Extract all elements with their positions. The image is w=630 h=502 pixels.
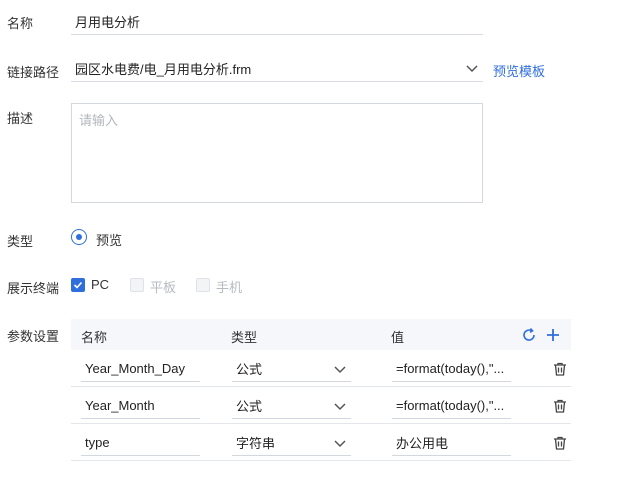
preview-template-link[interactable]: 预览模板	[493, 61, 545, 80]
param-row-3-name[interactable]: type	[81, 430, 200, 456]
type-label: 类型	[7, 234, 34, 249]
row-divider	[71, 423, 571, 424]
refresh-icon[interactable]	[521, 327, 537, 343]
param-row-2-name[interactable]: Year_Month	[81, 393, 200, 419]
params-header-value: 值	[391, 330, 405, 345]
trash-icon[interactable]	[552, 435, 568, 451]
chevron-down-icon	[334, 365, 346, 373]
param-row-1-type-value: 公式	[236, 362, 263, 377]
check-icon	[73, 281, 83, 289]
terminal-phone-label: 手机	[216, 280, 243, 295]
trash-icon[interactable]	[552, 398, 568, 414]
chevron-down-icon	[334, 402, 346, 410]
params-header-name: 名称	[81, 330, 108, 345]
param-row-3-value[interactable]: 办公用电	[392, 430, 511, 456]
name-input[interactable]	[71, 8, 483, 35]
terminal-pc-checkbox[interactable]	[71, 278, 85, 292]
chevron-down-icon	[466, 65, 478, 73]
path-select[interactable]: 园区水电费/电_月用电分析.frm	[71, 55, 483, 82]
terminal-tablet-checkbox[interactable]	[130, 278, 144, 292]
param-row-2-type-select[interactable]: 公式	[232, 393, 351, 419]
type-preview-radio[interactable]	[71, 229, 87, 245]
params-table-header: 名称 类型 值	[71, 319, 571, 350]
terminal-phone-checkbox[interactable]	[196, 278, 210, 292]
name-label: 名称	[7, 16, 34, 31]
row-divider	[71, 386, 571, 387]
terminal-label: 展示终端	[7, 281, 60, 296]
param-row-1-name[interactable]: Year_Month_Day	[81, 356, 200, 382]
param-row-1-value[interactable]: =format(today(),"...	[392, 356, 511, 382]
description-textarea[interactable]	[71, 103, 483, 203]
param-row-3-type-value: 字符串	[236, 436, 276, 451]
terminal-tablet-label: 平板	[150, 280, 177, 295]
trash-icon[interactable]	[552, 361, 568, 377]
path-label: 链接路径	[7, 65, 60, 80]
chevron-down-icon	[334, 439, 346, 447]
path-select-value: 园区水电费/电_月用电分析.frm	[75, 61, 252, 77]
terminal-pc-label: PC	[91, 277, 110, 292]
row-divider	[71, 460, 571, 461]
param-row-2-type-value: 公式	[236, 399, 263, 414]
params-header-type: 类型	[231, 330, 258, 345]
type-preview-label: 预览	[96, 233, 123, 248]
params-label: 参数设置	[7, 329, 60, 344]
param-row-2-value[interactable]: =format(today(),"...	[392, 393, 511, 419]
desc-label: 描述	[7, 111, 34, 126]
param-row-3-type-select[interactable]: 字符串	[232, 430, 351, 456]
param-row-1-type-select[interactable]: 公式	[232, 356, 351, 382]
plus-icon[interactable]	[545, 327, 561, 343]
